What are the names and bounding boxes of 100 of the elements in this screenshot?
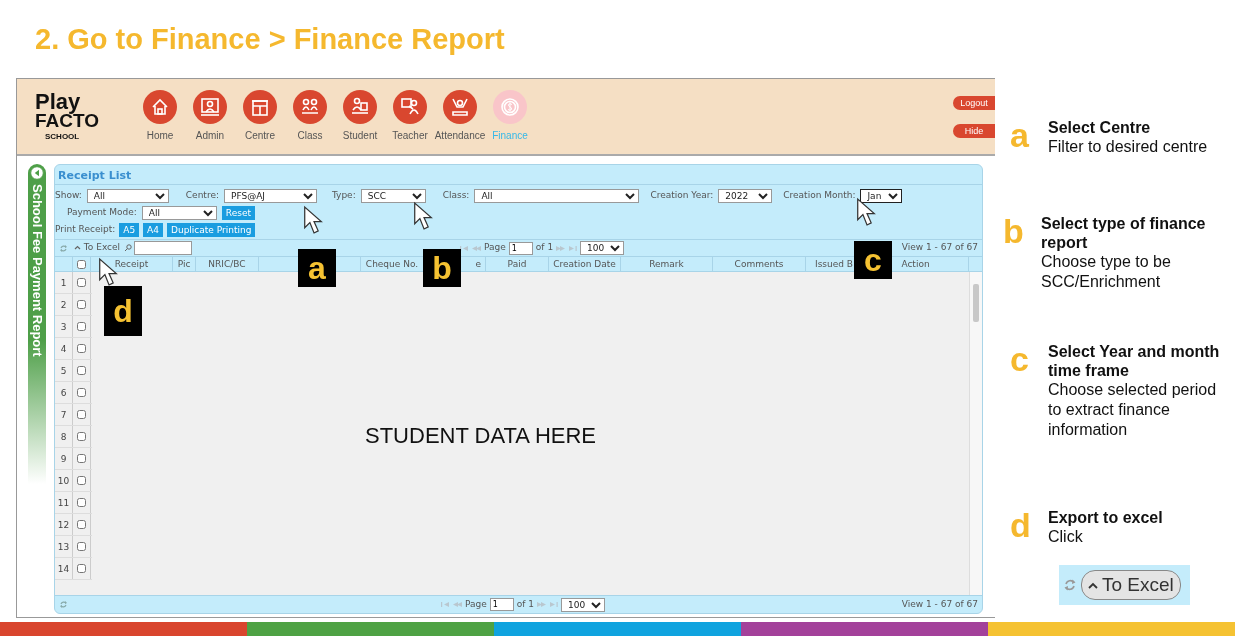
column-header: Creation Date	[549, 257, 621, 271]
header-button[interactable]: Logout	[953, 95, 995, 110]
record-count: View 1 - 67 of 67	[901, 597, 978, 611]
logo: Play FACTO SCHOOL	[34, 92, 101, 141]
step-letter: a	[1010, 118, 1030, 156]
dollar-icon	[499, 96, 521, 118]
page-count: of 1	[516, 597, 535, 611]
checkbox[interactable]	[77, 432, 86, 441]
step-text: Filter to desired centre	[1048, 137, 1209, 158]
nav-item[interactable]: Class	[285, 90, 335, 143]
callout-label: b	[423, 249, 461, 287]
panel-title: Receipt List	[55, 165, 982, 185]
checkbox[interactable]	[77, 410, 86, 419]
callout-label: d	[104, 286, 142, 336]
collapse-icon[interactable]	[30, 166, 44, 180]
filter-select[interactable]: SCC	[360, 188, 426, 203]
step-text: Click	[1048, 527, 1084, 548]
nav-item[interactable]: Student	[335, 90, 385, 143]
first-page-icon[interactable]	[460, 244, 470, 252]
checkbox[interactable]	[77, 498, 86, 507]
filter-label: Type:	[331, 188, 356, 202]
column-header: Paid	[486, 257, 549, 271]
column-header: Pic	[173, 257, 196, 271]
row-number: 4	[55, 338, 73, 359]
row-number: 13	[55, 536, 73, 557]
filter-select[interactable]: All	[141, 205, 217, 220]
filter-select[interactable]: All	[86, 188, 169, 203]
checkbox[interactable]	[77, 564, 86, 573]
column-header: Comments	[713, 257, 806, 271]
page-field[interactable]: 1	[508, 241, 533, 255]
nav-item[interactable]: Admin	[185, 90, 235, 143]
filter-label: Creation Month:	[783, 188, 856, 202]
checkbox[interactable]	[77, 520, 86, 529]
checkbox[interactable]	[77, 300, 86, 309]
nav-item[interactable]: Centre	[235, 90, 285, 143]
search-field[interactable]	[134, 241, 193, 255]
row-number: 6	[55, 382, 73, 403]
row-number: 5	[55, 360, 73, 381]
scrollbar[interactable]	[969, 272, 982, 595]
caret-icon	[1088, 582, 1098, 590]
nav-item[interactable]: Attendance	[435, 90, 485, 143]
filter-select[interactable]: All	[474, 188, 640, 203]
nav-item[interactable]: Teacher	[385, 90, 435, 143]
row-number: 1	[55, 272, 73, 293]
filter-label: Payment Mode:	[67, 205, 137, 219]
row-number: 7	[55, 404, 73, 425]
filter-select[interactable]: 2022	[718, 188, 773, 203]
row-number: 11	[55, 492, 73, 513]
raised-arms-icon	[449, 96, 471, 118]
page-label: Page	[465, 597, 487, 611]
checkbox[interactable]	[77, 278, 86, 287]
checkbox[interactable]	[77, 454, 86, 463]
checkbox[interactable]	[77, 388, 86, 397]
filter-label: Class:	[442, 188, 470, 202]
callout-label: c	[854, 241, 892, 279]
person-icon	[199, 96, 221, 118]
checkbox[interactable]	[77, 542, 86, 551]
record-count: View 1 - 67 of 67	[901, 241, 978, 255]
side-tab[interactable]: School Fee Payment Report	[28, 164, 46, 484]
checkbox[interactable]	[77, 259, 86, 269]
step-text: Choose selected period to extract finance information	[1048, 380, 1218, 441]
step-letter: b	[1003, 214, 1025, 252]
column-header: NRIC/BC	[196, 257, 259, 271]
step-letter: d	[1010, 508, 1032, 546]
step-title: Select type of finance report	[1041, 214, 1207, 253]
row-number: 3	[55, 316, 73, 337]
checkbox[interactable]	[77, 344, 86, 353]
checkbox[interactable]	[77, 366, 86, 375]
filter-select[interactable]: PFS@AJ	[223, 188, 317, 203]
filter-label: Creation Year:	[650, 188, 714, 202]
checkbox[interactable]	[77, 476, 86, 485]
filter-label: Show:	[55, 188, 82, 202]
page-size-select[interactable]: 100	[580, 241, 625, 255]
page-count: of 1	[535, 241, 554, 255]
page-label: Page	[484, 241, 506, 255]
step-title: Select Centre	[1048, 118, 1152, 138]
filter-label: Centre:	[185, 188, 219, 202]
row-number: 9	[55, 448, 73, 469]
callout-label: a	[298, 249, 336, 287]
row-number: 2	[55, 294, 73, 315]
header-button[interactable]: Hide	[953, 123, 995, 138]
row-number: 12	[55, 514, 73, 535]
step-title: Export to excel	[1048, 508, 1164, 528]
nav-item[interactable]: Home	[135, 90, 185, 143]
caret-icon	[74, 245, 81, 251]
step-title: Select Year and month time frame	[1048, 342, 1221, 381]
row-number: 14	[55, 558, 73, 579]
refresh-icon	[1063, 578, 1077, 592]
row-number: 10	[55, 470, 73, 491]
step-letter: c	[1010, 342, 1030, 380]
row-number: 8	[55, 426, 73, 447]
column-header: Remark	[621, 257, 713, 271]
search-icon	[124, 244, 133, 252]
export-button[interactable]: To Excel	[74, 241, 121, 255]
page-size-select[interactable]: 100	[561, 597, 606, 612]
page-field[interactable]: 1	[489, 598, 514, 611]
print-label: Print Receipt:	[55, 222, 116, 236]
checkbox[interactable]	[77, 322, 86, 331]
slide-title: 2. Go to Finance > Finance Report	[34, 22, 506, 57]
step-text: Choose type to be SCC/Enrichment	[1041, 252, 1172, 293]
